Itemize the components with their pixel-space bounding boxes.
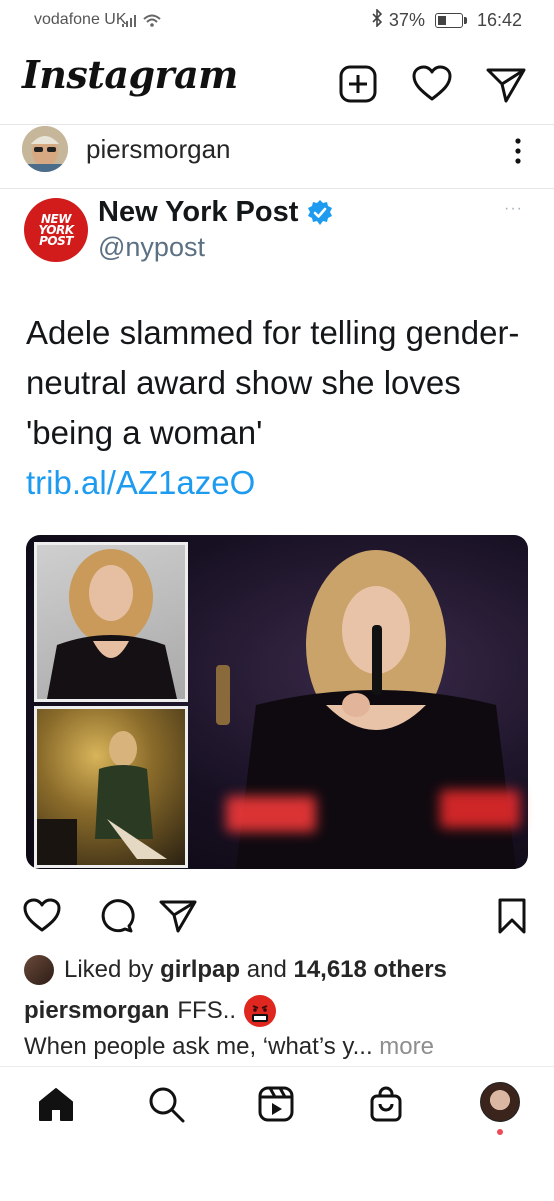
search-icon[interactable] bbox=[146, 1084, 186, 1124]
home-icon[interactable] bbox=[36, 1084, 76, 1124]
share-button-icon[interactable] bbox=[158, 896, 198, 936]
likes-count[interactable]: 14,618 others bbox=[293, 956, 446, 983]
stage-light bbox=[226, 796, 316, 832]
inset-photo-2 bbox=[34, 706, 188, 868]
status-bar: vodafone UK 37% 16:42 bbox=[0, 0, 554, 40]
user-avatar[interactable] bbox=[22, 126, 68, 172]
tweet-author: New York Post bbox=[98, 196, 334, 229]
likes-and: and bbox=[246, 956, 287, 983]
angry-cursing-emoji-icon bbox=[244, 995, 277, 1027]
reels-icon[interactable] bbox=[256, 1084, 296, 1124]
signal-wifi-icon bbox=[122, 12, 164, 33]
instagram-logo[interactable]: Instagram bbox=[22, 52, 238, 97]
clock: 16:42 bbox=[476, 10, 522, 30]
post-header-divider bbox=[0, 188, 554, 189]
caption-preview: When people ask me, ‘what’s y... bbox=[24, 1033, 373, 1060]
tweet-link[interactable]: trib.al/AZ1azeO bbox=[26, 458, 526, 508]
like-button-icon[interactable] bbox=[22, 896, 62, 936]
profile-avatar[interactable] bbox=[480, 1082, 520, 1122]
caption-text: FFS.. bbox=[177, 997, 237, 1024]
liker-avatar bbox=[24, 955, 54, 985]
likes-prefix: Liked by bbox=[64, 956, 154, 983]
tweet-author-name: New York Post bbox=[98, 196, 299, 228]
new-post-icon[interactable] bbox=[336, 62, 380, 106]
caption-line-1: piersmorgan FFS.. bbox=[24, 995, 277, 1027]
likes-summary[interactable]: Liked by girlpap and 14,618 others bbox=[24, 955, 447, 985]
save-bookmark-icon[interactable] bbox=[492, 896, 532, 936]
status-right: 37% 16:42 bbox=[371, 8, 522, 32]
header-divider bbox=[0, 124, 554, 125]
caption-line-2: When people ask me, ‘what’s y... more bbox=[24, 1033, 434, 1061]
battery-icon bbox=[434, 13, 467, 28]
heart-icon[interactable] bbox=[410, 62, 454, 106]
tweet-more-icon: ··· bbox=[504, 200, 523, 217]
nypost-logo: NEW YORK POST bbox=[24, 198, 88, 262]
stage-light bbox=[440, 790, 520, 828]
carrier-label: vodafone UK bbox=[34, 11, 127, 28]
more-options-icon[interactable] bbox=[508, 133, 528, 169]
notification-dot bbox=[497, 1129, 503, 1135]
shop-icon[interactable] bbox=[366, 1084, 406, 1124]
liker-username[interactable]: girlpap bbox=[160, 956, 240, 983]
comment-button-icon[interactable] bbox=[96, 896, 136, 936]
caption-more-link[interactable]: more bbox=[379, 1033, 434, 1060]
tweet-text: Adele slammed for telling gender-neutral… bbox=[26, 308, 526, 508]
caption-username[interactable]: piersmorgan bbox=[24, 997, 169, 1025]
direct-message-icon[interactable] bbox=[484, 62, 528, 106]
post-username[interactable]: piersmorgan bbox=[86, 134, 231, 165]
tweet-body: Adele slammed for telling gender-neutral… bbox=[26, 314, 520, 451]
bluetooth-icon bbox=[371, 8, 383, 32]
app-header: Instagram bbox=[0, 40, 554, 124]
tweet-handle: @nypost bbox=[98, 232, 205, 262]
battery-percent: 37% bbox=[388, 10, 425, 30]
verified-badge-icon bbox=[306, 199, 334, 227]
inset-photo-1 bbox=[34, 542, 188, 702]
